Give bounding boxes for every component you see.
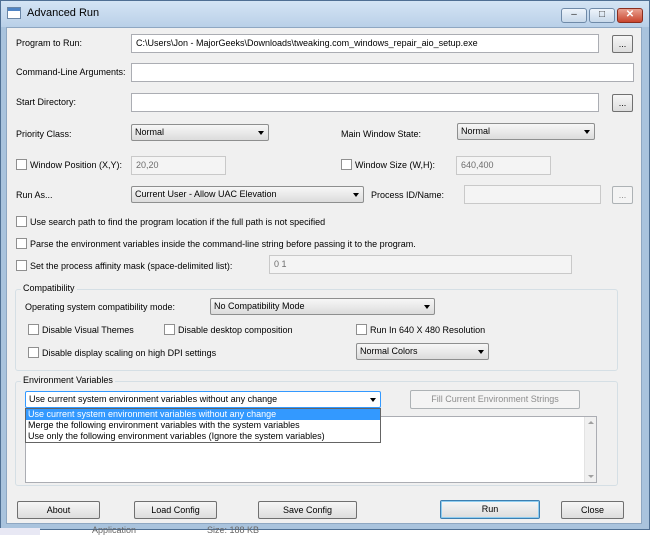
main-window-state-select[interactable]: Normal xyxy=(457,123,595,140)
scroll-down-icon[interactable] xyxy=(588,475,594,478)
compat-mode-select[interactable]: No Compatibility Mode xyxy=(210,298,435,315)
disable-dpi-scaling-label: Disable display scaling on high DPI sett… xyxy=(42,348,217,358)
run-button[interactable]: Run xyxy=(440,500,540,519)
search-path-checkbox[interactable] xyxy=(16,216,27,227)
window-position-checkbox[interactable] xyxy=(16,159,27,170)
disable-desktop-composition-checkbox[interactable] xyxy=(164,324,175,335)
chevron-down-icon xyxy=(478,350,484,354)
main-window-state-value: Normal xyxy=(461,126,491,136)
chevron-down-icon xyxy=(584,130,590,134)
background-icon xyxy=(0,528,40,535)
process-id-input[interactable] xyxy=(464,185,601,204)
chevron-down-icon xyxy=(424,305,430,309)
window-position-input[interactable]: 20,20 xyxy=(131,156,226,175)
priority-class-label: Priority Class: xyxy=(16,129,72,139)
run-as-select[interactable]: Current User - Allow UAC Elevation xyxy=(131,186,364,203)
compat-mode-value: No Compatibility Mode xyxy=(214,301,305,311)
environment-mode-select[interactable]: Use current system environment variables… xyxy=(25,391,381,408)
chevron-down-icon xyxy=(258,131,264,135)
environment-option[interactable]: Merge the following environment variable… xyxy=(26,420,380,431)
title-bar[interactable]: Advanced Run – □ ✕ xyxy=(1,1,649,27)
window-position-label: Window Position (X,Y): xyxy=(30,160,123,170)
environment-mode-dropdown: Use current system environment variables… xyxy=(25,408,381,443)
priority-class-value: Normal xyxy=(135,127,165,137)
process-id-label: Process ID/Name: xyxy=(371,190,445,200)
colors-select[interactable]: Normal Colors xyxy=(356,343,489,360)
priority-class-select[interactable]: Normal xyxy=(131,124,269,141)
background-text-right: Size: 188 KB xyxy=(207,525,260,535)
minimize-button[interactable]: – xyxy=(561,8,587,23)
environment-group-title: Environment Variables xyxy=(21,375,115,385)
process-id-browse-button[interactable]: ... xyxy=(612,186,633,204)
start-directory-label: Start Directory: xyxy=(16,97,77,107)
chevron-down-icon xyxy=(353,193,359,197)
scroll-up-icon[interactable] xyxy=(588,421,594,424)
environment-scrollbar[interactable] xyxy=(584,417,596,482)
run-640x480-label: Run In 640 X 480 Resolution xyxy=(370,325,486,335)
save-config-button[interactable]: Save Config xyxy=(258,501,357,519)
affinity-checkbox[interactable] xyxy=(16,260,27,271)
affinity-input[interactable]: 0 1 xyxy=(269,255,572,274)
run-as-value: Current User - Allow UAC Elevation xyxy=(135,189,277,199)
program-to-run-input[interactable]: C:\Users\Jon - MajorGeeks\Downloads\twea… xyxy=(131,34,599,53)
affinity-label: Set the process affinity mask (space-del… xyxy=(30,261,233,271)
run-as-label: Run As... xyxy=(16,190,53,200)
run-640x480-checkbox[interactable] xyxy=(356,324,367,335)
parse-env-checkbox[interactable] xyxy=(16,238,27,249)
background-window-strip: Application Size: 188 KB xyxy=(0,525,650,537)
colors-value: Normal Colors xyxy=(360,346,418,356)
main-window-state-label: Main Window State: xyxy=(341,129,422,139)
start-directory-input[interactable] xyxy=(131,93,599,112)
window-size-label: Window Size (W,H): xyxy=(355,160,436,170)
compat-mode-label: Operating system compatibility mode: xyxy=(25,302,176,312)
about-button[interactable]: About xyxy=(17,501,100,519)
environment-option[interactable]: Use only the following environment varia… xyxy=(26,431,380,442)
search-path-label: Use search path to find the program loca… xyxy=(30,217,326,227)
environment-mode-value: Use current system environment variables… xyxy=(29,394,278,404)
disable-visual-themes-checkbox[interactable] xyxy=(28,324,39,335)
compatibility-group-title: Compatibility xyxy=(21,283,77,293)
maximize-button[interactable]: □ xyxy=(589,8,615,23)
window-title: Advanced Run xyxy=(27,7,100,19)
environment-option[interactable]: Use current system environment variables… xyxy=(26,409,380,420)
program-to-run-label: Program to Run: xyxy=(16,38,83,48)
disable-visual-themes-label: Disable Visual Themes xyxy=(42,325,134,335)
chevron-down-icon xyxy=(370,398,376,402)
command-line-label: Command-Line Arguments: xyxy=(16,67,126,77)
program-browse-button[interactable]: ... xyxy=(612,35,633,53)
window-size-input[interactable]: 640,400 xyxy=(456,156,551,175)
disable-desktop-composition-label: Disable desktop composition xyxy=(178,325,293,335)
fill-environment-button[interactable]: Fill Current Environment Strings xyxy=(410,390,580,409)
parse-env-label: Parse the environment variables inside t… xyxy=(30,239,416,249)
command-line-input[interactable] xyxy=(131,63,634,82)
start-directory-browse-button[interactable]: ... xyxy=(612,94,633,112)
close-window-button[interactable]: ✕ xyxy=(617,8,643,23)
load-config-button[interactable]: Load Config xyxy=(134,501,217,519)
disable-dpi-scaling-checkbox[interactable] xyxy=(28,347,39,358)
close-button[interactable]: Close xyxy=(561,501,624,519)
window-size-checkbox[interactable] xyxy=(341,159,352,170)
background-text-left: Application xyxy=(92,525,137,535)
app-window-icon xyxy=(7,7,21,19)
